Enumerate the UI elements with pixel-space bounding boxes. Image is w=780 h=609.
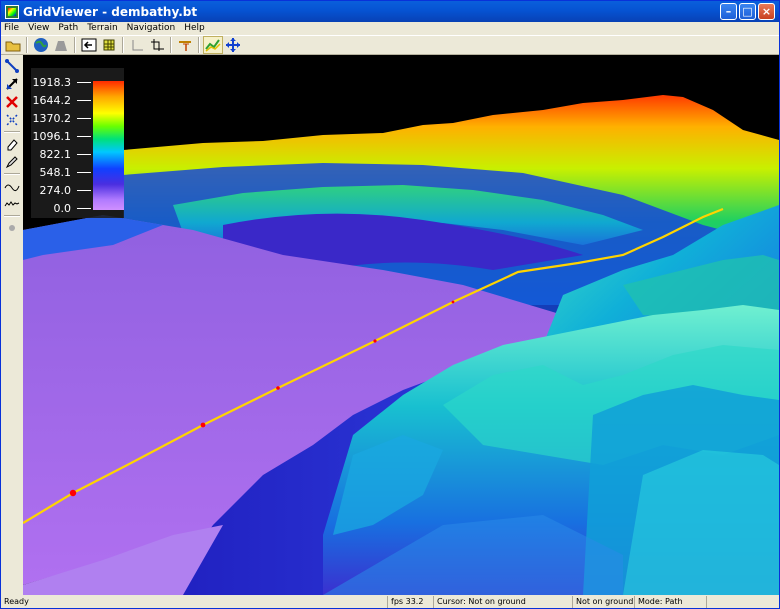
legend-label: 822.1 xyxy=(39,147,72,161)
move-arrows-icon[interactable] xyxy=(223,36,243,54)
legend-tick xyxy=(77,135,91,137)
status-ready: Ready xyxy=(4,596,29,606)
menu-bar: File View Path Terrain Navigation Help xyxy=(1,22,779,34)
globe-icon[interactable] xyxy=(31,36,51,54)
menu-help[interactable]: Help xyxy=(184,22,205,34)
legend-tick xyxy=(77,99,91,101)
status-bar: Ready fps 33.2 Cursor: Not on ground Not… xyxy=(1,595,779,609)
side-toolbar-separator xyxy=(4,173,20,175)
legend-label: 1096.1 xyxy=(32,129,72,143)
toolbar-separator xyxy=(170,37,172,53)
toolbar-separator xyxy=(122,37,124,53)
elevation-legend: 1918.3 1644.2 1370.2 1096.1 822.1 548.1 … xyxy=(31,68,124,218)
legend-row: 274.0 xyxy=(31,183,93,197)
toolbar-separator xyxy=(74,37,76,53)
status-ground: Not on ground xyxy=(572,595,634,608)
legend-tick xyxy=(77,81,91,83)
legend-label: 1918.3 xyxy=(32,75,72,89)
open-folder-icon[interactable] xyxy=(3,36,23,54)
legend-row: 1918.3 xyxy=(31,75,93,89)
legend-row: 822.1 xyxy=(31,147,93,161)
menu-navigation[interactable]: Navigation xyxy=(127,22,176,34)
legend-label: 548.1 xyxy=(39,165,72,179)
legend-tick xyxy=(77,171,91,173)
legend-row: 1370.2 xyxy=(31,111,93,125)
status-cursor: Cursor: Not on ground xyxy=(433,595,572,608)
legend-tick xyxy=(77,207,91,209)
terrain-3d-view[interactable]: 1918.3 1644.2 1370.2 1096.1 822.1 548.1 … xyxy=(23,55,779,595)
terrain-render xyxy=(23,55,779,595)
frame-icon[interactable] xyxy=(147,36,167,54)
window-title: GridViewer - dembathy.bt xyxy=(23,4,198,19)
surface-icon[interactable] xyxy=(203,36,223,54)
back-arrow-icon[interactable] xyxy=(79,36,99,54)
title-bar[interactable]: GridViewer - dembathy.bt – □ × xyxy=(1,1,779,22)
legend-color-bar xyxy=(93,81,124,210)
pencil-icon[interactable] xyxy=(3,153,21,171)
gray-terrain-icon[interactable] xyxy=(51,36,71,54)
status-mode: Mode: Path Editing xyxy=(634,595,706,609)
close-button[interactable]: × xyxy=(758,3,775,20)
app-icon xyxy=(5,4,19,19)
path-flag-icon[interactable] xyxy=(175,36,195,54)
legend-label: 1644.2 xyxy=(32,93,72,107)
legend-tick xyxy=(77,153,91,155)
window-controls: – □ × xyxy=(720,3,775,20)
legend-tick xyxy=(77,189,91,191)
legend-tick xyxy=(77,117,91,119)
menu-path[interactable]: Path xyxy=(58,22,78,34)
toolbar-separator xyxy=(26,37,28,53)
maximize-button[interactable]: □ xyxy=(739,3,756,20)
legend-row: 0.0 xyxy=(31,201,93,215)
resize-arrow-icon[interactable] xyxy=(3,75,21,93)
legend-row: 1096.1 xyxy=(31,129,93,143)
legend-label: 1370.2 xyxy=(32,111,72,125)
axis-icon[interactable] xyxy=(127,36,147,54)
draw-line-icon[interactable] xyxy=(3,57,21,75)
status-empty xyxy=(706,595,779,608)
menu-view[interactable]: View xyxy=(28,22,49,34)
legend-label: 274.0 xyxy=(39,183,72,197)
scatter-points-icon[interactable] xyxy=(3,111,21,129)
menu-terrain[interactable]: Terrain xyxy=(87,22,117,34)
side-toolbar-separator xyxy=(4,215,20,217)
application-window: GridViewer - dembathy.bt – □ × File View… xyxy=(0,0,780,609)
status-fps: fps 33.2 xyxy=(387,595,433,608)
wave-rough-icon[interactable] xyxy=(3,195,21,213)
minimize-button[interactable]: – xyxy=(720,3,737,20)
side-toolbar-separator xyxy=(4,131,20,133)
grid-icon[interactable] xyxy=(99,36,119,54)
menu-file[interactable]: File xyxy=(4,22,19,34)
delete-x-icon[interactable] xyxy=(3,93,21,111)
toolbar-separator xyxy=(198,37,200,53)
legend-row: 1644.2 xyxy=(31,93,93,107)
side-toolbar xyxy=(1,55,23,595)
wave-smooth-icon[interactable] xyxy=(3,177,21,195)
legend-label: 0.0 xyxy=(53,201,72,215)
dot-icon[interactable] xyxy=(3,219,21,237)
legend-row: 548.1 xyxy=(31,165,93,179)
main-toolbar xyxy=(1,35,779,55)
eraser-icon[interactable] xyxy=(3,135,21,153)
